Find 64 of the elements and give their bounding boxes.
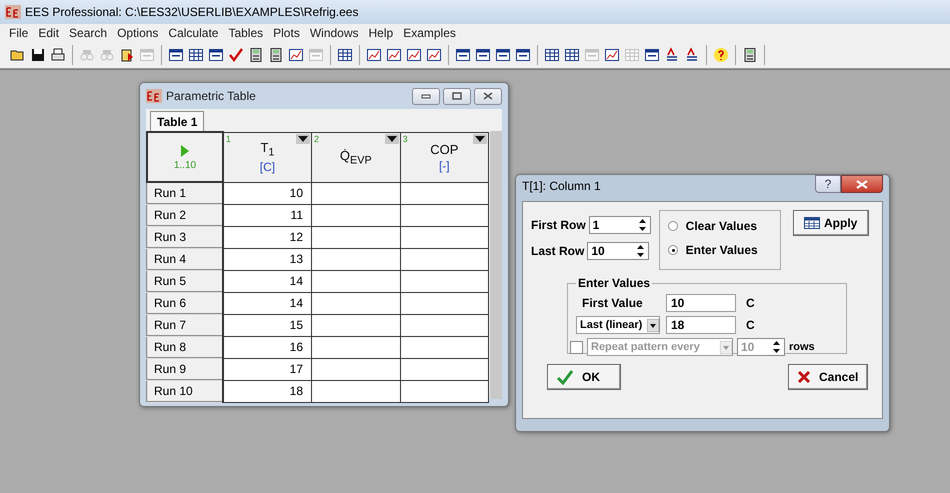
spin-field[interactable]: 1 bbox=[588, 216, 651, 234]
menu-item[interactable]: Tables bbox=[223, 26, 268, 40]
row-header[interactable]: Run 3 bbox=[147, 226, 223, 248]
window-title: EES Professional: C:\EES32\USERLIB\EXAMPLES\Refrig.ees bbox=[25, 5, 358, 19]
column-unit: [C] bbox=[258, 160, 276, 174]
table-cell[interactable]: 16 bbox=[222, 336, 312, 358]
menu-item[interactable]: Options bbox=[112, 26, 164, 40]
window-title: Parametric Table bbox=[166, 89, 256, 103]
column-number: 1 bbox=[226, 134, 231, 144]
unit-label: C bbox=[746, 318, 755, 332]
menu-item[interactable]: File bbox=[4, 26, 34, 40]
menu-item[interactable]: Edit bbox=[33, 26, 64, 40]
column-name: COP bbox=[429, 142, 460, 156]
input-field[interactable]: 10 bbox=[666, 294, 736, 312]
row-header[interactable]: Run 2 bbox=[147, 204, 223, 226]
field-label: Last Row bbox=[531, 244, 584, 258]
cancel-button[interactable]: Cancel bbox=[788, 364, 868, 390]
table-cell[interactable]: 14 bbox=[222, 270, 312, 292]
menu-item[interactable]: Windows bbox=[304, 26, 364, 40]
column-header[interactable]: 3 COP [-] bbox=[400, 132, 488, 182]
column-header[interactable]: 1 T$_{1}$ [C] bbox=[222, 132, 312, 182]
row-header[interactable]: Run 6 bbox=[147, 292, 223, 314]
menu-item[interactable]: Calculate bbox=[163, 26, 224, 40]
row-header[interactable]: Run 4 bbox=[147, 248, 223, 270]
menu-item[interactable]: Plots bbox=[268, 26, 305, 40]
group-title: Enter Values bbox=[577, 276, 652, 290]
column-unit: [-] bbox=[438, 158, 451, 172]
table-cell[interactable]: 14 bbox=[222, 292, 312, 314]
help-button[interactable]: ? bbox=[815, 175, 841, 193]
input-field[interactable]: 18 bbox=[666, 316, 736, 334]
row-header[interactable]: Run 5 bbox=[147, 270, 223, 292]
ok-button[interactable]: OK bbox=[547, 364, 621, 390]
column-header[interactable]: 2 Q̇$_{EVP}$ bbox=[312, 132, 400, 182]
apply-button[interactable]: Apply bbox=[792, 210, 869, 236]
row-header[interactable]: Run 8 bbox=[147, 336, 223, 358]
column-name: Q̇$_{EVP}$ bbox=[338, 148, 373, 166]
column-number: 3 bbox=[402, 134, 408, 144]
row-header[interactable]: Run 9 bbox=[147, 358, 223, 380]
radio-label: Clear Values bbox=[686, 219, 758, 233]
field-label: First Value bbox=[581, 296, 644, 310]
table-cell[interactable]: 12 bbox=[222, 226, 312, 248]
row-header[interactable]: Run 10 bbox=[147, 380, 223, 402]
table-tab[interactable]: Table 1 bbox=[150, 111, 204, 131]
table-cell[interactable]: 13 bbox=[222, 248, 312, 270]
row-header[interactable]: Run 1 bbox=[147, 182, 223, 204]
table-cell[interactable]: 11 bbox=[222, 204, 312, 226]
mode-dropdown[interactable]: Last (linear) bbox=[576, 316, 660, 334]
table-cell[interactable]: 15 bbox=[222, 314, 312, 336]
field-label: First Row bbox=[531, 218, 586, 232]
dialog-title: T[1]: Column 1 bbox=[522, 179, 601, 193]
table-cell[interactable]: 18 bbox=[222, 380, 312, 402]
table-cell[interactable]: 10 bbox=[222, 182, 312, 204]
rows-label: rows bbox=[789, 341, 815, 353]
column-name: T$_{1}$ bbox=[259, 140, 276, 158]
menu-item[interactable]: Search bbox=[64, 26, 112, 40]
table-cell[interactable]: 17 bbox=[222, 358, 312, 380]
column-number: 2 bbox=[314, 134, 320, 144]
run-range: 1..10 bbox=[174, 160, 196, 170]
radio-label: Enter Values bbox=[686, 243, 758, 257]
menu-item[interactable]: Help bbox=[364, 26, 398, 40]
menu-item[interactable]: Examples bbox=[398, 26, 461, 40]
spin-field[interactable]: 10 bbox=[587, 242, 650, 260]
unit-label: C bbox=[746, 296, 755, 310]
row-header[interactable]: Run 7 bbox=[147, 314, 223, 336]
